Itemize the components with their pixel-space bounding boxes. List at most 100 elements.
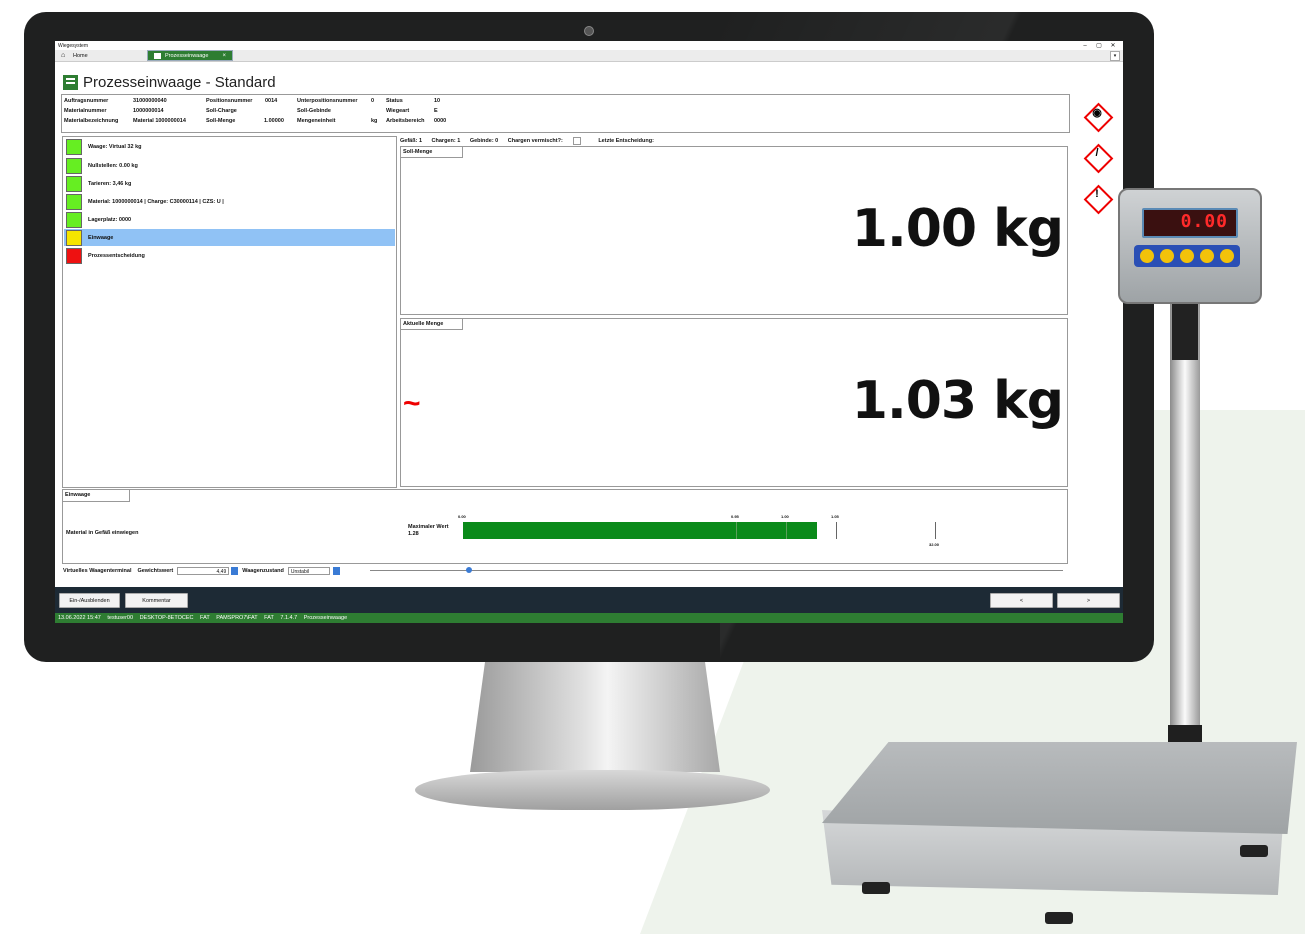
materialbezeichnung-label: Materialbezeichnung [64, 118, 119, 124]
tab-close-icon[interactable]: × [222, 53, 226, 59]
scale-icon [63, 75, 78, 90]
step-item[interactable]: Waage: Virtual 32 kg [64, 138, 395, 155]
step-item[interactable]: Lagerplatz: 0000 [64, 211, 395, 228]
tick-label: 1.05 [831, 514, 839, 519]
soll-menge-panel: Soll-Menge 1.00 kg [400, 146, 1068, 315]
target-marker [786, 522, 787, 539]
status-label: Status [386, 98, 403, 104]
process-steps-list: Waage: Virtual 32 kg Nullstellen: 0.00 k… [62, 136, 397, 488]
scale-indicator-display: 0.00 [1142, 208, 1238, 238]
unstable-indicator-icon: ~ [403, 387, 421, 420]
gewichtswert-label: Gewichtswert [137, 568, 174, 574]
previous-button[interactable]: < [990, 593, 1053, 608]
scale-pole-cap [1172, 300, 1198, 360]
webcam-icon [584, 26, 594, 36]
step-item[interactable]: Nullstellen: 0.00 kg [64, 157, 395, 174]
oxidizing-hazard-icon: ◉ [1083, 102, 1114, 133]
slider-thumb[interactable] [466, 567, 472, 573]
einwaage-panel-label: Einwaage [63, 490, 130, 502]
step-label: Prozessentscheidung [88, 252, 145, 259]
status-user: testuser00 [107, 615, 134, 621]
unterpositionsnummer-value: 0 [371, 98, 375, 104]
wiegeart-label: Wiegeart [386, 108, 410, 114]
tolerance-max-marker [836, 522, 837, 539]
tab-prozesseinwaage[interactable]: Prozesseinwaage × [147, 50, 233, 61]
step-status-indicator [66, 229, 82, 246]
soll-menge-value: 1.00000 [264, 118, 284, 124]
step-item[interactable]: Material: 1000000014 | Charge: C30000114… [64, 193, 395, 210]
unterpositionsnummer-label: Unterpositionsnummer [297, 98, 358, 104]
step-status-indicator [66, 193, 82, 210]
tab-home[interactable]: ⌂ Home [55, 50, 147, 61]
materialnummer-label: Materialnummer [64, 108, 107, 114]
chargen-vermischt-checkbox[interactable] [572, 137, 581, 145]
step-item-active[interactable]: Einwaage [64, 229, 395, 246]
step-item[interactable]: Prozessentscheidung [64, 247, 395, 264]
chargen-info: Chargen: 1 [431, 138, 461, 145]
footer-toolbar: Ein-/Ausblenden Kommentar < > [55, 587, 1123, 613]
chargen-vermischt-label: Chargen vermischt?: [508, 137, 589, 145]
scale-key [1180, 249, 1194, 263]
close-icon[interactable]: ✕ [1106, 42, 1120, 49]
mengeneinheit-label: Mengeneinheit [297, 118, 336, 124]
waagenzustand-select[interactable]: Unstabil [287, 567, 330, 575]
tab-overflow-icon[interactable]: ▾ [1110, 50, 1120, 61]
scale-max-marker [935, 522, 936, 539]
step-label: Waage: Virtual 32 kg [88, 143, 142, 150]
maximize-icon[interactable]: ▢ [1092, 42, 1106, 49]
waagenzustand-label: Waagenzustand [242, 568, 284, 574]
scale-key [1200, 249, 1214, 263]
home-icon: ⌂ [61, 52, 66, 59]
arbeitsbereich-label: Arbeitsbereich [386, 118, 425, 124]
positionsnummer-value: 0014 [265, 98, 278, 104]
gas-cylinder-hazard-icon: / [1083, 143, 1114, 174]
minimize-icon[interactable]: – [1078, 43, 1092, 49]
next-button[interactable]: > [1057, 593, 1120, 608]
positionsnummer-label: Positionsnummer [206, 98, 253, 104]
comment-button[interactable]: Kommentar [125, 593, 188, 608]
weight-slider[interactable] [370, 567, 1063, 573]
page-title-text: Prozesseinwaage - Standard [83, 74, 276, 91]
auftragsnummer-value: 31000000040 [133, 98, 167, 104]
einwaage-instruction: Material in Gefäß einwiegen [66, 530, 139, 536]
soll-menge-panel-label: Soll-Menge [401, 147, 463, 158]
toggle-visibility-button[interactable]: Ein-/Ausblenden [59, 593, 120, 608]
step-label: Einwaage [88, 234, 114, 241]
status-host: DESKTOP-8ETOCEC [139, 615, 194, 621]
arbeitsbereich-value: 0000 [434, 118, 447, 124]
step-status-indicator [66, 138, 82, 155]
status-module: Prozesseinwaage [303, 615, 348, 621]
scale-key [1220, 249, 1234, 263]
container-info: Gefäß: 1 Chargen: 1 Gebinde: 0 Chargen v… [400, 137, 662, 145]
app-screen: Wiegesystem – ▢ ✕ ⌂ Home Prozesseinwaage… [55, 41, 1123, 623]
waagenzustand-dropdown-icon[interactable] [332, 567, 340, 575]
tab-home-label: Home [73, 52, 88, 59]
gefaess-info: Gefäß: 1 [400, 138, 423, 145]
step-status-indicator [66, 211, 82, 228]
scale-key [1140, 249, 1154, 263]
materialnummer-value: 1000000014 [133, 108, 164, 114]
scale-foot [1240, 845, 1268, 857]
status-version: 7.1.4.7 [280, 615, 298, 621]
step-status-indicator [66, 247, 82, 264]
step-status-indicator [66, 175, 82, 192]
auftragsnummer-label: Auftragsnummer [64, 98, 109, 104]
status-path: PAMSPRO7\FAT [216, 615, 258, 621]
aktuelle-menge-display: 1.03 kg [851, 371, 1064, 431]
aktuelle-menge-panel-label: Aktuelle Menge [401, 319, 463, 330]
status-datetime: 13.06.2022 15:47 [58, 615, 101, 621]
status-value: 10 [434, 98, 441, 104]
max-value-number: 1.28 [408, 531, 419, 537]
step-item[interactable]: Tarieren: 3,46 kg [64, 175, 395, 192]
scale-keypad [1134, 245, 1240, 267]
einwaage-panel: Einwaage Material in Gefäß einwiegen Max… [62, 489, 1068, 564]
letzte-entscheidung-label: Letzte Entscheidung: [598, 138, 654, 145]
status-env: FAT [200, 615, 210, 621]
mengeneinheit-value: kg [371, 118, 378, 124]
soll-menge-label: Soll-Menge [206, 118, 236, 124]
gewichtswert-input[interactable]: 4,49 [177, 567, 230, 575]
scale-foot [1045, 912, 1073, 924]
status-bar: 13.06.2022 15:47 testuser00 DESKTOP-8ETO… [55, 613, 1123, 623]
window-titlebar: Wiegesystem – ▢ ✕ [55, 41, 1123, 50]
gewichtswert-spinner-icon[interactable] [231, 567, 239, 575]
